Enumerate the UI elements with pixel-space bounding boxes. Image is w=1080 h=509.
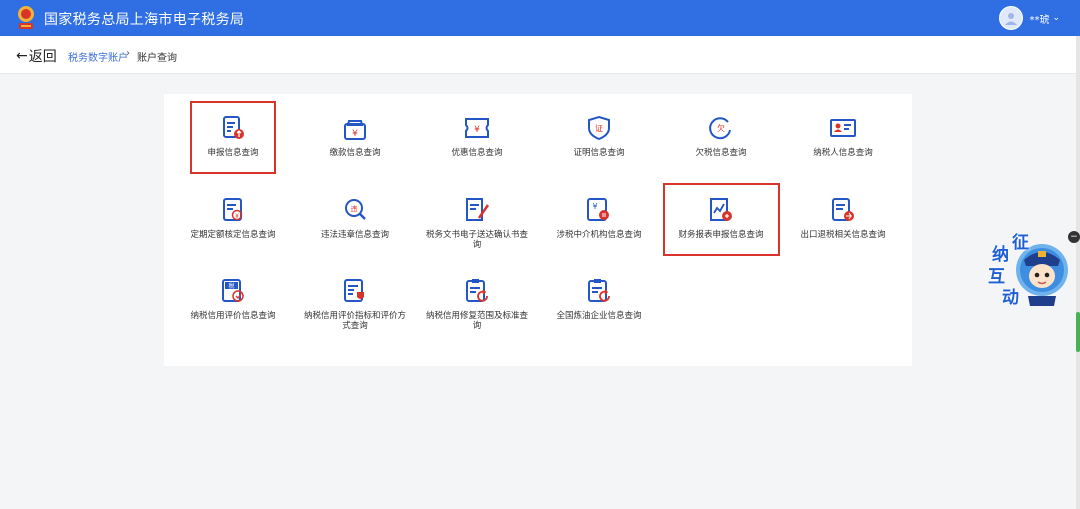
- query-item-credit-repair[interactable]: 纳税信用修复范围及标准查询: [417, 277, 537, 331]
- query-item-discount[interactable]: ¥ 优惠信息查询: [417, 114, 537, 158]
- svg-text:¥: ¥: [592, 202, 597, 211]
- taxpayer-card-icon: [830, 119, 856, 137]
- query-item-refinery[interactable]: 全国炼油企业信息查询: [539, 277, 659, 321]
- svg-text:¥: ¥: [235, 213, 239, 220]
- svg-text:欠: 欠: [717, 123, 725, 133]
- query-item-label[interactable]: 定期定额核定信息查询: [173, 230, 293, 240]
- scrollbar-track[interactable]: [1076, 36, 1080, 509]
- query-item-tax-agency[interactable]: ¥ 涉税中介机构信息查询: [539, 196, 659, 240]
- user-menu[interactable]: **琥 ⌄: [999, 6, 1060, 30]
- query-item-label[interactable]: 全国炼油企业信息查询: [539, 311, 659, 321]
- query-item-label[interactable]: 证明信息查询: [539, 148, 659, 158]
- query-item-certificate[interactable]: 证 证明信息查询: [539, 114, 659, 158]
- query-item-label[interactable]: 欠税信息查询: [661, 148, 781, 158]
- query-item-document-service[interactable]: 税务文书电子送达确认书查询: [417, 196, 537, 250]
- credit-repair-icon: [466, 279, 488, 302]
- credit-index-icon: [344, 279, 364, 302]
- query-item-label[interactable]: 缴款信息查询: [295, 148, 415, 158]
- breadcrumb-parent-link[interactable]: 税务数字账户: [68, 49, 128, 64]
- query-item-violation[interactable]: 违 违法违章信息查询: [295, 196, 415, 240]
- username[interactable]: **琥: [1029, 11, 1049, 26]
- fixed-quota-doc-icon: ¥: [223, 198, 243, 221]
- top-header: 国家税务总局上海市电子税务局 **琥 ⌄: [0, 0, 1080, 36]
- document-edit-icon: [466, 198, 490, 221]
- query-item-fixed-quota[interactable]: ¥ 定期定额核定信息查询: [173, 196, 293, 240]
- site-title: 国家税务总局上海市电子税务局: [44, 12, 245, 28]
- highlight-box-financial-report: [663, 183, 780, 256]
- query-item-label[interactable]: 违法违章信息查询: [295, 230, 415, 240]
- query-item-label[interactable]: 优惠信息查询: [417, 148, 537, 158]
- svg-text:违: 违: [351, 205, 358, 213]
- tax-emblem-icon: [18, 6, 34, 29]
- back-button[interactable]: ← 返回: [16, 46, 57, 66]
- query-item-label[interactable]: 纳税信用评价指标和评价方式查询: [295, 311, 415, 331]
- export-refund-icon: [832, 198, 854, 221]
- interaction-widget[interactable]: 征 纳 互 动: [984, 228, 1070, 308]
- tax-arrears-icon: 欠: [709, 117, 731, 140]
- highlight-box-declaration: [190, 101, 276, 174]
- query-item-label[interactable]: 涉税中介机构信息查询: [539, 230, 659, 240]
- certificate-shield-icon: 证: [588, 115, 610, 141]
- breadcrumb-separator: ›: [126, 48, 130, 59]
- back-label[interactable]: 返回: [29, 46, 57, 66]
- widget-char-4[interactable]: 动: [1002, 283, 1019, 308]
- back-arrow-icon[interactable]: ←: [16, 48, 28, 64]
- scrollbar-thumb[interactable]: [1076, 312, 1080, 352]
- query-panel: 申报信息查询 ¥ 缴款信息查询 ¥ 优惠信息查询 证 证明信息查询 欠 欠税信息…: [164, 94, 912, 366]
- query-item-credit-index[interactable]: 纳税信用评价指标和评价方式查询: [295, 277, 415, 331]
- query-item-arrears[interactable]: 欠 欠税信息查询: [661, 114, 781, 158]
- avatar[interactable]: [999, 6, 1024, 30]
- tax-agency-icon: ¥: [587, 198, 609, 221]
- discount-ticket-icon: ¥: [465, 118, 489, 138]
- query-item-label[interactable]: 税务文书电子送达确认书查询: [417, 230, 537, 250]
- query-item-label[interactable]: 纳税人信息查询: [783, 148, 903, 158]
- violation-search-icon: 违: [345, 199, 366, 220]
- svg-text:证: 证: [595, 124, 603, 133]
- query-item-label[interactable]: 出口退税相关信息查询: [783, 230, 903, 240]
- query-item-taxpayer[interactable]: 纳税人信息查询: [783, 114, 903, 158]
- svg-text:¥: ¥: [474, 125, 480, 135]
- query-item-export-refund[interactable]: 出口退税相关信息查询: [783, 196, 903, 240]
- refinery-enterprise-icon: [588, 279, 610, 302]
- query-item-credit-rating[interactable]: 税 纳税信用评价信息查询: [173, 277, 293, 321]
- chevron-down-icon[interactable]: ⌄: [1052, 13, 1060, 23]
- breadcrumb-bar: ← 返回 税务数字账户 › 账户查询: [0, 36, 1076, 74]
- query-item-label[interactable]: 纳税信用评价信息查询: [173, 311, 293, 321]
- query-item-label[interactable]: 纳税信用修复范围及标准查询: [417, 311, 537, 331]
- query-item-payment[interactable]: ¥ 缴款信息查询: [295, 114, 415, 158]
- credit-rating-icon: 税: [222, 279, 244, 302]
- payment-wallet-icon: ¥: [344, 120, 366, 140]
- svg-text:税: 税: [228, 282, 234, 290]
- widget-char-1[interactable]: 征: [1012, 228, 1029, 253]
- breadcrumb-current: 账户查询: [137, 53, 177, 64]
- svg-text:¥: ¥: [352, 129, 358, 139]
- user-icon: [1005, 13, 1018, 25]
